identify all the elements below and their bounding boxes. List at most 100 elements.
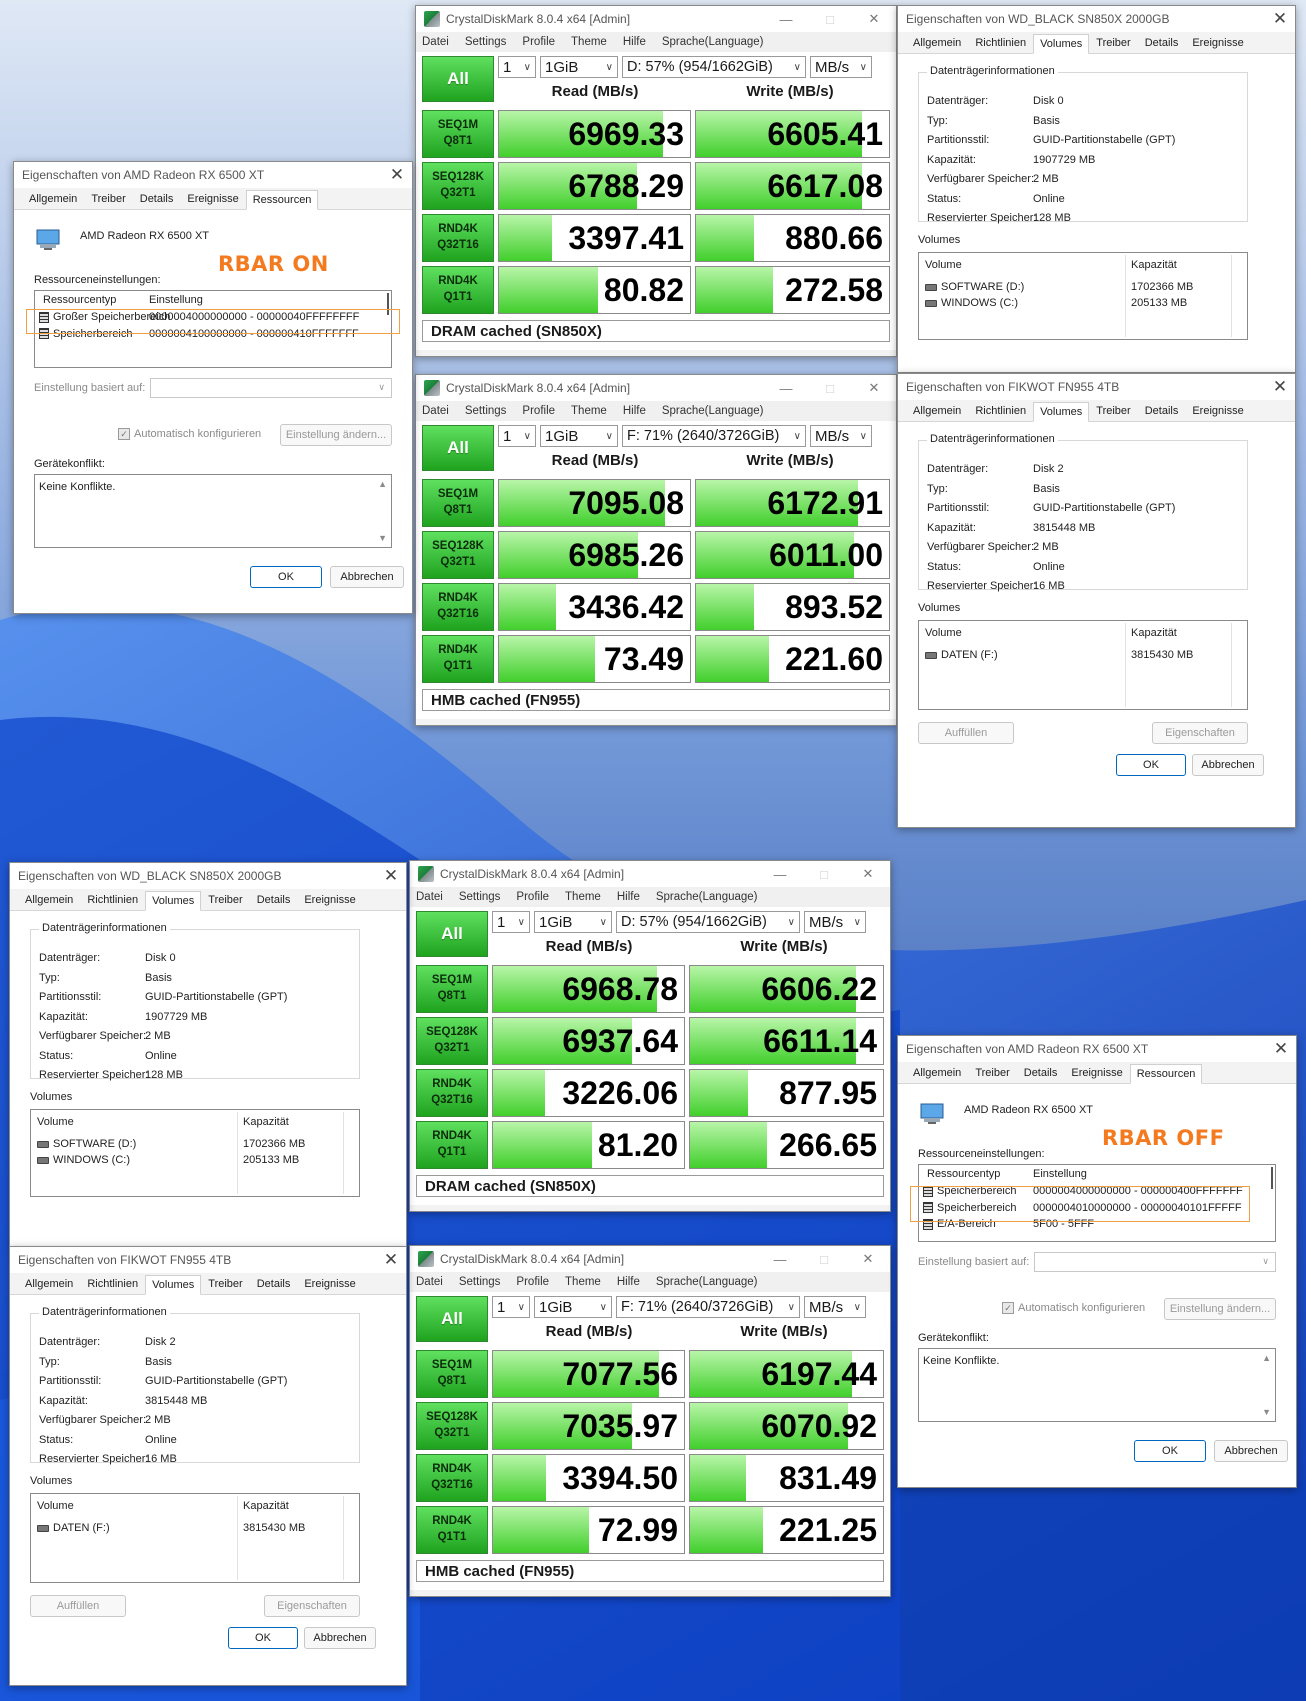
disk-titlebar[interactable]: Eigenschaften von WD_BLACK SN850X 2000GB… [898,6,1295,32]
minimize-icon[interactable]: — [764,381,808,396]
tab-volumes[interactable]: Volumes [145,891,202,911]
menu-item[interactable]: Sprache(Language) [662,405,764,417]
test-button[interactable]: RND4K Q32T16 [416,1454,488,1502]
volumes-list[interactable]: Volume Kapazität SOFTWARE (D:) 1702366 MB… [30,1109,360,1197]
size-select[interactable]: 1GiB ∨ [534,911,612,933]
unit-select[interactable]: MB/s ∨ [810,56,872,78]
maximize-icon[interactable]: □ [802,1252,846,1267]
close-icon[interactable]: ✕ [852,380,896,396]
test-button[interactable]: RND4K Q1T1 [416,1121,488,1169]
tab-details[interactable]: Details [1138,401,1186,421]
menu-item[interactable]: Datei [422,405,449,417]
unit-select[interactable]: MB/s ∨ [804,1296,866,1318]
cancel-button[interactable]: Abbrechen [1214,1440,1288,1462]
menu-item[interactable]: Profile [516,1276,549,1288]
menu-item[interactable]: Sprache(Language) [656,891,758,903]
menu-item[interactable]: Settings [459,891,501,903]
count-select[interactable]: 1 ∨ [492,911,530,933]
menu-item[interactable]: Theme [571,36,607,48]
menu-item[interactable]: Settings [465,36,507,48]
count-select[interactable]: 1 ∨ [492,1296,530,1318]
menu-item[interactable]: Settings [459,1276,501,1288]
comment-field[interactable]: HMB cached (FN955) [422,689,890,711]
disk-titlebar[interactable]: Eigenschaften von FIKWOT FN955 4TB ✕ [10,1247,406,1273]
close-icon[interactable]: ✕ [852,11,896,27]
tab-allgemein[interactable]: Allgemein [906,1063,968,1083]
all-button[interactable]: All [416,911,488,957]
size-select[interactable]: 1GiB ∨ [540,425,618,447]
auto-configure-checkbox[interactable]: ✓ Automatisch konfigurieren [1002,1302,1145,1315]
volume-item[interactable]: DATEN (F:) [37,1522,110,1534]
test-button[interactable]: SEQ1M Q8T1 [416,1350,488,1398]
tab-ereignisse[interactable]: Ereignisse [1185,33,1250,53]
volumes-list[interactable]: Volume Kapazität DATEN (F:) 3815430 MB [918,620,1248,710]
change-setting-button[interactable]: Einstellung ändern... [280,424,392,446]
gpu-titlebar[interactable]: Eigenschaften von AMD Radeon RX 6500 XT … [898,1036,1296,1062]
menu-item[interactable]: Theme [565,891,601,903]
menu-item[interactable]: Profile [522,405,555,417]
cancel-button[interactable]: Abbrechen [304,1627,376,1649]
count-select[interactable]: 1 ∨ [498,56,536,78]
test-button[interactable]: SEQ1M Q8T1 [422,110,494,158]
test-button[interactable]: RND4K Q1T1 [416,1506,488,1554]
tab-details[interactable]: Details [1138,33,1186,53]
menu-item[interactable]: Theme [565,1276,601,1288]
menu-item[interactable]: Datei [422,36,449,48]
test-button[interactable]: SEQ1M Q8T1 [416,965,488,1013]
menu-item[interactable]: Hilfe [623,36,646,48]
cdm-titlebar[interactable]: CrystalDiskMark 8.0.4 x64 [Admin] — □ ✕ [416,6,896,32]
menu-item[interactable]: Hilfe [623,405,646,417]
menu-item[interactable]: Settings [465,405,507,417]
cdm-titlebar[interactable]: CrystalDiskMark 8.0.4 x64 [Admin] — □ ✕ [416,375,896,401]
tab-allgemein[interactable]: Allgemein [22,189,84,209]
tab-ressourcen[interactable]: Ressourcen [1129,1064,1203,1084]
scrollbar-thumb[interactable] [1271,1167,1273,1189]
tab-details[interactable]: Details [250,890,298,910]
test-button[interactable]: RND4K Q32T16 [422,214,494,262]
close-icon[interactable]: ✕ [846,1251,890,1267]
drive-select[interactable]: D: 57% (954/1662GiB) ∨ [622,56,806,78]
gpu-titlebar[interactable]: Eigenschaften von AMD Radeon RX 6500 XT … [14,162,412,188]
tab-allgemein[interactable]: Allgemein [18,890,80,910]
tab-ereignisse[interactable]: Ereignisse [297,890,362,910]
menu-item[interactable]: Profile [522,36,555,48]
tab-allgemein[interactable]: Allgemein [906,33,968,53]
ok-button[interactable]: OK [250,566,322,588]
tab-richtlinien[interactable]: Richtlinien [968,401,1033,421]
test-button[interactable]: SEQ128K Q32T1 [422,162,494,210]
scroll-down-icon[interactable]: ▼ [1262,1407,1271,1417]
volumes-list[interactable]: Volume Kapazität DATEN (F:) 3815430 MB [30,1493,360,1583]
menu-item[interactable]: Hilfe [617,1276,640,1288]
size-select[interactable]: 1GiB ∨ [540,56,618,78]
cdm-titlebar[interactable]: CrystalDiskMark 8.0.4 x64 [Admin] — □ ✕ [410,861,890,887]
close-icon[interactable]: ✕ [382,162,412,188]
comment-field[interactable]: DRAM cached (SN850X) [416,1175,884,1197]
test-button[interactable]: SEQ1M Q8T1 [422,479,494,527]
menu-item[interactable]: Hilfe [617,891,640,903]
tab-volumes[interactable]: Volumes [1033,402,1090,422]
conflict-textbox[interactable]: Keine Konflikte. ▲ ▼ [918,1348,1276,1422]
tab-ereignisse[interactable]: Ereignisse [180,189,245,209]
test-button[interactable]: RND4K Q1T1 [422,266,494,314]
maximize-icon[interactable]: □ [808,381,852,396]
minimize-icon[interactable]: — [758,1252,802,1267]
test-button[interactable]: SEQ128K Q32T1 [422,531,494,579]
test-button[interactable]: RND4K Q32T16 [416,1069,488,1117]
close-icon[interactable]: ✕ [1265,374,1295,400]
change-setting-button[interactable]: Einstellung ändern... [1164,1298,1276,1320]
tab-treiber[interactable]: Treiber [968,1063,1016,1083]
tab-allgemein[interactable]: Allgemein [906,401,968,421]
test-button[interactable]: RND4K Q32T16 [422,583,494,631]
unit-select[interactable]: MB/s ∨ [804,911,866,933]
tab-ereignisse[interactable]: Ereignisse [1185,401,1250,421]
menu-item[interactable]: Datei [416,1276,443,1288]
cancel-button[interactable]: Abbrechen [330,566,404,588]
unit-select[interactable]: MB/s ∨ [810,425,872,447]
menu-item[interactable]: Sprache(Language) [656,1276,758,1288]
volume-item[interactable]: WINDOWS (C:) [925,297,1018,309]
tab-treiber[interactable]: Treiber [1089,33,1137,53]
tab-treiber[interactable]: Treiber [1089,401,1137,421]
all-button[interactable]: All [422,56,494,102]
cancel-button[interactable]: Abbrechen [1192,754,1264,776]
all-button[interactable]: All [422,425,494,471]
